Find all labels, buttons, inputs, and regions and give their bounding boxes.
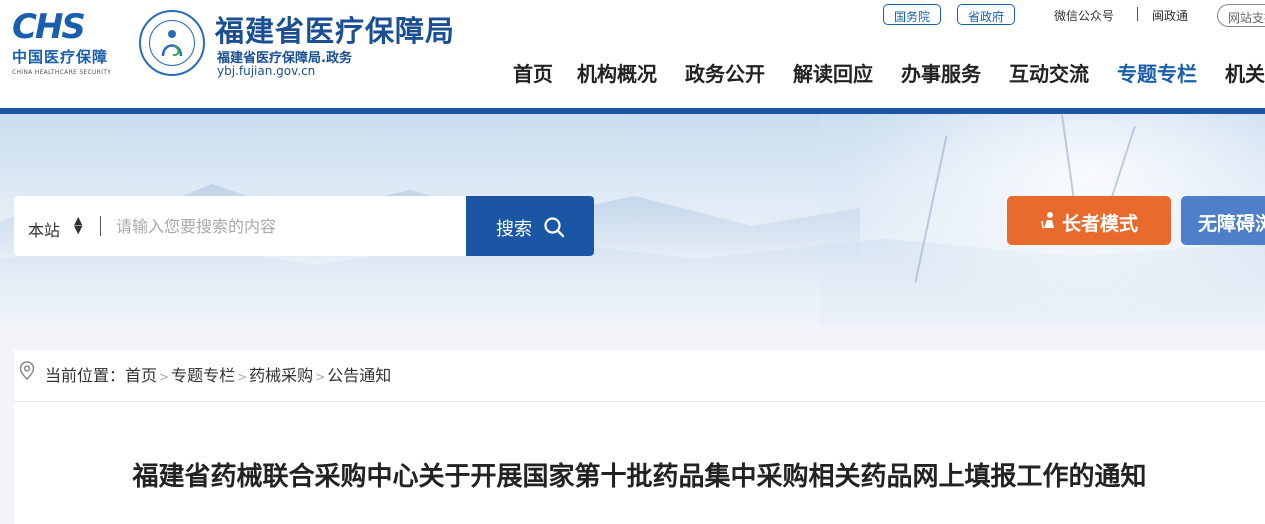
- chs-logo-english: CHINA HEALTHCARE SECURITY: [12, 69, 112, 76]
- breadcrumb-item-drug-procurement[interactable]: 药械采购: [249, 366, 313, 385]
- nav-gov-affairs[interactable]: 政务公开: [685, 58, 765, 87]
- chs-logo-name: 中国医疗保障: [12, 48, 109, 66]
- elder-mode-label: 长者模式: [1062, 213, 1139, 235]
- search-divider: [100, 216, 101, 236]
- breadcrumb-item-special-topics[interactable]: 专题专栏: [171, 366, 235, 385]
- elder-person-icon: [1041, 212, 1054, 229]
- minzhengtong-link[interactable]: 闽政通: [1152, 7, 1188, 24]
- chs-logo[interactable]: CHS 中国医疗保障 CHINA HEALTHCARE SECURITY: [12, 10, 122, 78]
- site-header: CHS 中国医疗保障 CHINA HEALTHCARE SECURITY 福建省…: [0, 0, 1265, 108]
- nav-organization[interactable]: 机构概况: [577, 58, 657, 87]
- bureau-emblem-icon[interactable]: [139, 10, 205, 76]
- nav-interpretation[interactable]: 解读回应: [793, 58, 873, 87]
- search-button-label: 搜索: [496, 219, 532, 240]
- search-icon: [544, 217, 565, 238]
- accessibility-label: 无障碍浏览: [1198, 213, 1265, 235]
- breadcrumb-separator: >: [315, 370, 326, 384]
- nav-interaction[interactable]: 互动交流: [1009, 58, 1089, 87]
- location-pin-icon: [19, 361, 35, 381]
- breadcrumb-item-announcements[interactable]: 公告通知: [327, 366, 391, 385]
- breadcrumb-prefix: 当前位置：: [45, 366, 126, 385]
- wechat-link[interactable]: 微信公众号: [1054, 7, 1114, 24]
- breadcrumb: 当前位置：首页 > 专题专栏 > 药械采购 > 公告通知: [45, 362, 391, 386]
- nav-home[interactable]: 首页: [513, 58, 553, 87]
- provincial-gov-link[interactable]: 省政府: [957, 4, 1016, 25]
- chs-logo-mark: CHS: [12, 7, 86, 47]
- search-scope-select[interactable]: 本站: [28, 217, 60, 241]
- search-bar: 本站 ▲▼ 搜索: [14, 196, 594, 256]
- breadcrumb-item-home[interactable]: 首页: [125, 366, 157, 385]
- accessibility-button[interactable]: 无障碍浏览: [1181, 196, 1265, 245]
- search-button[interactable]: 搜索: [466, 196, 594, 256]
- elder-mode-button[interactable]: 长者模式: [1007, 196, 1171, 245]
- site-domain: ybj.fujian.gov.cn: [217, 64, 316, 78]
- article-card: 当前位置：首页 > 专题专栏 > 药械采购 > 公告通知 福建省药械联合采购中心关于开展国家…: [14, 350, 1265, 524]
- article-title: 福建省药械联合采购中心关于开展国家第十批药品集中采购相关药品网上填报工作的通知: [132, 462, 1147, 492]
- top-link-divider: [1137, 7, 1138, 21]
- search-input[interactable]: [116, 212, 456, 240]
- breadcrumb-separator: >: [159, 370, 170, 384]
- ipv6-support-badge: 网站支持IPv6: [1217, 4, 1265, 27]
- breadcrumb-separator: >: [237, 370, 248, 384]
- breadcrumb-divider: [14, 401, 1265, 402]
- nav-services[interactable]: 办事服务: [901, 58, 981, 87]
- nav-special-topics[interactable]: 专题专栏: [1117, 58, 1197, 87]
- nav-agencies[interactable]: 机关: [1225, 58, 1265, 87]
- scope-chevron-icon[interactable]: ▲ ▼: [74, 215, 82, 235]
- site-title[interactable]: 福建省医疗保障局: [215, 8, 455, 50]
- state-council-link[interactable]: 国务院: [883, 4, 942, 25]
